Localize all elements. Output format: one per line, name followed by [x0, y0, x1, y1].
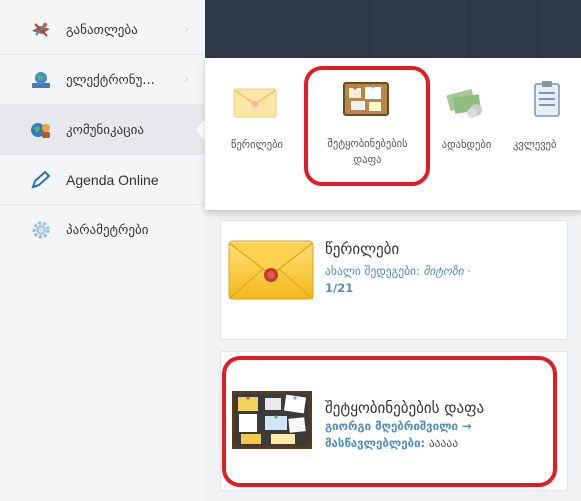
dropdown-item-label: წერილები [231, 139, 283, 151]
payments-icon [446, 88, 482, 118]
sidebar-item-label: Agenda Online [66, 172, 159, 188]
dropdown-item-label: ადახდები [441, 139, 492, 151]
post-preview: ააააა [428, 436, 459, 450]
chevron-right-icon: › [184, 72, 190, 87]
main-content: წერილები ახალი შედეგები: მიტოზი · 1/21 შ… [205, 210, 581, 501]
sidebar-item-label: კომუნიკაცია [66, 122, 144, 138]
survey-icon [534, 81, 560, 117]
letters-card-subtitle: ახალი შედეგები: მიტოზი · 1/21 [325, 263, 561, 297]
top-navigation-bar [205, 0, 581, 58]
sidebar: განათლება › ელექტრონუ... › კომუნიკაცია A… [0, 0, 206, 501]
recipient-label: მასწავლებლები: [325, 436, 426, 450]
sidebar-item-agenda-online[interactable]: Agenda Online [0, 155, 205, 205]
envelope-icon [228, 240, 314, 300]
dropdown-item-label: შეტყობინებების დაფა [305, 136, 430, 168]
sidebar-item-settings[interactable]: პარამეტრები [0, 205, 205, 255]
sidebar-item-communication[interactable]: კომუნიკაცია [0, 105, 206, 155]
separator: · [467, 264, 472, 278]
communication-dropdown: წერილები შეტყობინებების დაფა ადახდები კვ… [205, 58, 581, 210]
latest-letter-subject[interactable]: მიტოზი [424, 264, 464, 278]
letters-card-title: წერილები [325, 240, 400, 258]
noticeboard-icon [343, 82, 389, 116]
communication-icon [31, 123, 50, 138]
post-author[interactable]: გიორგი მღებრიშვილი → [325, 419, 472, 433]
dropdown-item-label: კვლევებ [513, 139, 557, 151]
sidebar-item-education[interactable]: განათლება › [0, 5, 205, 55]
label-line-2: დაფა [353, 154, 382, 166]
dropdown-item-noticeboard[interactable]: შეტყობინებების დაფა [305, 58, 430, 210]
education-icon [32, 22, 50, 37]
noticeboard-icon [232, 391, 312, 449]
noticeboard-card-subtitle: გიორგი მღებრიშვილი → მასწავლებლები: აააა… [325, 418, 561, 452]
dropdown-item-surveys[interactable]: კვლევებ [503, 58, 581, 210]
envelope-icon [233, 88, 277, 118]
letters-count: 1/21 [325, 281, 354, 295]
sidebar-item-electronic[interactable]: ელექტრონუ... › [0, 55, 205, 105]
new-results-label: ახალი შედეგები: [325, 264, 420, 278]
sidebar-item-label: ელექტრონუ... [66, 72, 155, 88]
chevron-right-icon: › [184, 22, 190, 37]
dropdown-item-letters[interactable]: წერილები [205, 58, 305, 210]
label-line-1: შეტყობინებების [327, 138, 408, 150]
sidebar-item-label: პარამეტრები [66, 222, 149, 238]
letters-card[interactable]: წერილები ახალი შედეგები: მიტოზი · 1/21 [220, 220, 568, 340]
sidebar-item-label: განათლება [66, 22, 138, 38]
noticeboard-card-title: შეტყობინებების დაფა [325, 399, 485, 417]
noticeboard-card[interactable]: შეტყობინებების დაფა გიორგი მღებრიშვილი →… [220, 351, 568, 491]
gear-icon [32, 221, 50, 239]
globe-icon [32, 72, 50, 88]
pen-icon [31, 170, 51, 189]
dropdown-item-payments[interactable]: ადახდები [430, 58, 503, 210]
